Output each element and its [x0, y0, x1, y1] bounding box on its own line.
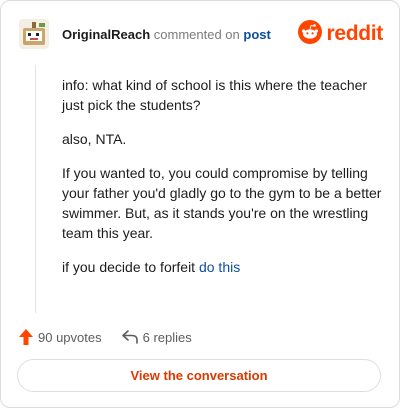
thread-line [35, 65, 36, 313]
author-name[interactable]: OriginalReach [62, 27, 150, 42]
reply-icon [121, 330, 138, 344]
view-conversation-button[interactable]: View the conversation [17, 359, 381, 392]
upvotes-count: 90 upvotes [38, 329, 102, 345]
upvotes-stat[interactable]: 90 upvotes [19, 329, 102, 345]
comment-paragraph: also, NTA. [62, 131, 127, 147]
comment-stats: 90 upvotes 6 replies [19, 327, 212, 347]
comment-paragraph: If you wanted to, you could compromise b… [62, 165, 382, 241]
reddit-logo-icon [298, 19, 323, 49]
post-link[interactable]: post [243, 27, 270, 42]
comment-header: OriginalReach commented on post reddit [19, 19, 383, 51]
comment-card: OriginalReach commented on post reddit i… [0, 0, 400, 408]
comment-paragraph: info: what kind of school is this where … [62, 77, 368, 113]
reddit-brand[interactable]: reddit [298, 19, 383, 49]
action-text: commented on [153, 27, 240, 42]
replies-count: 6 replies [142, 329, 192, 345]
comment-paragraph: if you decide to forfeit do this [62, 257, 384, 277]
comment-link[interactable]: do this [199, 259, 240, 275]
avatar[interactable] [19, 19, 49, 49]
comment-body: info: what kind of school is this where … [62, 75, 384, 291]
reddit-wordmark: reddit [326, 22, 383, 45]
upvote-arrow-icon [19, 329, 33, 345]
comment-meta: OriginalReach commented on post [62, 27, 271, 43]
replies-stat[interactable]: 6 replies [121, 329, 192, 345]
comment-text: if you decide to forfeit [62, 259, 199, 275]
